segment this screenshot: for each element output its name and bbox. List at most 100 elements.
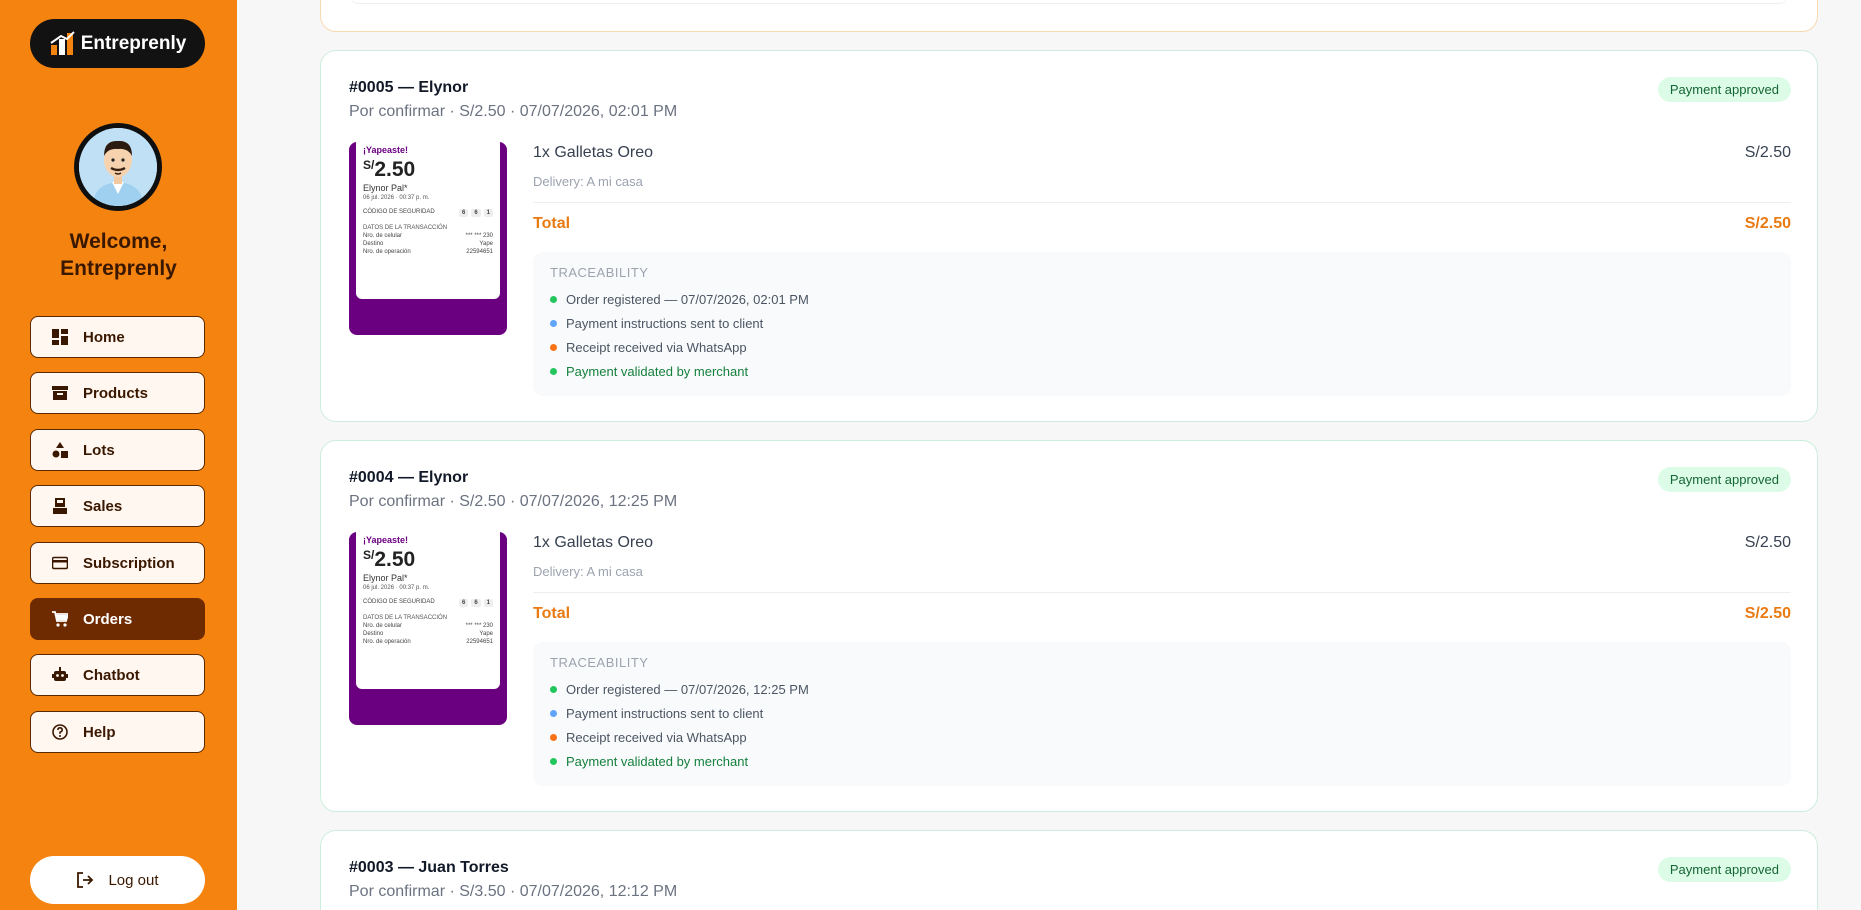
status-badge: Payment approved [1657, 77, 1791, 102]
traceability-title: TRACEABILITY [550, 265, 649, 280]
line-item-price: S/2.50 [1744, 534, 1791, 551]
logout-label: Log out [108, 871, 159, 889]
payment-receipt-image[interactable]: ¡Yapeaste! S/2.50 Elynor Pal* 06 jul. 20… [349, 142, 507, 335]
nav-label: Orders [83, 610, 133, 628]
receipt-section: DATOS DE LA TRANSACCIÓN [363, 615, 448, 621]
nav-chatbot[interactable]: Chatbot [30, 654, 205, 696]
trace-step: Order registered — 07/07/2026, 02:01 PM [550, 292, 809, 307]
trace-step-text: Payment instructions sent to client [566, 316, 764, 331]
order-title: #0003 — Juan Torres [349, 859, 509, 876]
brand-name: Entreprenly [80, 32, 187, 54]
trace-step: Order registered — 07/07/2026, 12:25 PM [550, 682, 809, 697]
nav-orders[interactable]: Orders [30, 598, 205, 640]
status-dot-icon [550, 344, 557, 351]
order-card-partial [320, 0, 1818, 32]
receipt-row-label: Nro. de operación [363, 639, 411, 645]
nav-label: Home [83, 328, 125, 346]
receipt-row-value: *** *** 230 [465, 623, 493, 629]
order-card: #0003 — Juan Torres Por confirmar · S/3.… [320, 830, 1818, 910]
line-item-name: 1x Galletas Oreo [533, 144, 654, 161]
order-card: #0005 — Elynor Por confirmar · S/2.50 · … [320, 50, 1818, 422]
receipt-row-label: Destino [363, 241, 384, 247]
receipt-amount: 2.50 [374, 548, 416, 571]
receipt-code: 6 [458, 599, 469, 607]
nav-products[interactable]: Products [30, 372, 205, 414]
traceability-panel: TRACEABILITY Order registered — 07/07/20… [533, 642, 1791, 786]
order-title: #0004 — Elynor [349, 469, 469, 486]
register-icon [51, 497, 69, 515]
brand-logo-pill[interactable]: Entreprenly [30, 19, 205, 68]
status-dot-icon [550, 320, 557, 327]
receipt-date: 06 jul. 2026 · 00:37 p. m. [363, 585, 430, 591]
receipt-name: Elynor Pal* [363, 183, 408, 193]
payment-receipt-image[interactable]: ¡Yapeaste! S/2.50 Elynor Pal* 06 jul. 20… [349, 532, 507, 725]
order-subtitle: Por confirmar · S/2.50 · 07/07/2026, 02:… [349, 103, 678, 120]
robot-icon [51, 666, 69, 684]
logout-icon [77, 872, 94, 888]
nav-label: Subscription [83, 554, 175, 572]
trace-step-text: Payment validated by merchant [566, 754, 749, 769]
nav-label: Help [83, 723, 116, 741]
receipt-code-label: CÓDIGO DE SEGURIDAD [363, 599, 435, 605]
receipt-brand: ¡Yapeaste! [363, 535, 409, 545]
bar-chart-logo-icon [50, 30, 75, 55]
order-card: #0004 — Elynor Por confirmar · S/2.50 · … [320, 440, 1818, 812]
trace-step: Receipt received via WhatsApp [550, 730, 747, 745]
total-label: Total [533, 605, 571, 622]
receipt-code: 1 [483, 209, 493, 217]
receipt-code: 6 [458, 209, 469, 217]
receipt-currency: S/ [363, 548, 375, 562]
receipt-row-value: Yape [479, 241, 493, 247]
shapes-icon [51, 441, 69, 459]
receipt-code: 6 [471, 599, 481, 607]
credit-card-icon [51, 554, 69, 572]
receipt-code-label: CÓDIGO DE SEGURIDAD [363, 209, 435, 215]
receipt-section: DATOS DE LA TRANSACCIÓN [363, 225, 448, 231]
receipt-row-label: Destino [363, 631, 384, 637]
trace-step-text: Order registered — 07/07/2026, 02:01 PM [566, 292, 809, 307]
divider [533, 592, 1791, 593]
receipt-row-value: 22594651 [466, 249, 493, 255]
line-item-name: 1x Galletas Oreo [533, 534, 654, 551]
welcome-line2: Entreprenly [60, 257, 177, 280]
status-dot-icon [550, 686, 557, 693]
cart-icon [51, 610, 69, 628]
logout-button[interactable]: Log out [30, 856, 205, 904]
nav-help[interactable]: Help [30, 711, 205, 753]
receipt-row-value: Yape [479, 631, 493, 637]
delivery-info: Delivery: A mi casa [533, 564, 643, 579]
status-dot-icon [550, 758, 557, 765]
nav-label: Products [83, 384, 149, 402]
order-subtitle: Por confirmar · S/2.50 · 07/07/2026, 12:… [349, 493, 678, 510]
nav-home[interactable]: Home [30, 316, 205, 358]
sidebar: Entreprenly Welcome, Entreprenly Home Pr… [0, 0, 237, 910]
total-label: Total [533, 215, 571, 232]
order-title: #0005 — Elynor [349, 79, 469, 96]
trace-step: Payment validated by merchant [550, 754, 748, 769]
user-avatar-icon [79, 128, 157, 206]
line-item-price: S/2.50 [1744, 144, 1791, 161]
receipt-date: 06 jul. 2026 · 00:37 p. m. [363, 195, 430, 201]
trace-step-text: Payment validated by merchant [566, 364, 749, 379]
trace-step-text: Order registered — 07/07/2026, 12:25 PM [566, 682, 809, 697]
receipt-row-value: *** *** 230 [465, 233, 493, 239]
status-dot-icon [550, 296, 557, 303]
receipt-code: 1 [483, 599, 493, 607]
status-badge: Payment approved [1657, 467, 1791, 492]
help-circle-icon [51, 723, 69, 741]
receipt-amount: 2.50 [374, 158, 416, 181]
total-value: S/2.50 [1744, 215, 1791, 232]
nav-label: Chatbot [83, 666, 140, 684]
status-dot-icon [550, 368, 557, 375]
total-value: S/2.50 [1744, 605, 1791, 622]
nav-subscription[interactable]: Subscription [30, 542, 205, 584]
nav-lots[interactable]: Lots [30, 429, 205, 471]
nav-sales[interactable]: Sales [30, 485, 205, 527]
nav-label: Sales [83, 497, 123, 515]
dashboard-icon [51, 328, 69, 346]
archive-icon [51, 384, 69, 402]
trace-step: Payment validated by merchant [550, 364, 748, 379]
welcome-line1: Welcome, [69, 230, 168, 253]
receipt-code: 6 [471, 209, 481, 217]
delivery-info: Delivery: A mi casa [533, 174, 643, 189]
